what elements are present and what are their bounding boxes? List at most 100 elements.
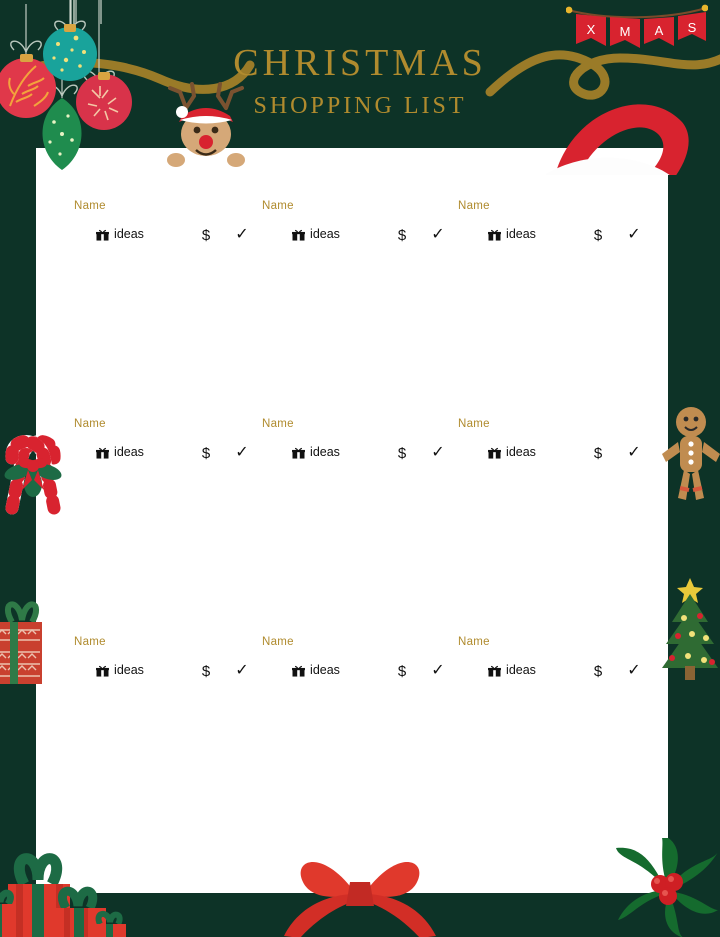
cell-ideas[interactable]: [58, 518, 182, 537]
cell-ideas[interactable]: [450, 263, 574, 282]
cell-check[interactable]: [230, 699, 254, 718]
table-row[interactable]: [58, 792, 646, 811]
cell-price[interactable]: [574, 481, 622, 500]
name-label-9[interactable]: Name: [458, 636, 490, 648]
cell-ideas[interactable]: [450, 463, 574, 482]
cell-check[interactable]: [230, 263, 254, 282]
cell-ideas[interactable]: [450, 537, 574, 556]
cell-check[interactable]: [622, 556, 646, 575]
cell-ideas[interactable]: [254, 319, 378, 338]
cell-check[interactable]: [622, 319, 646, 338]
cell-ideas[interactable]: [58, 736, 182, 755]
cell-ideas[interactable]: [254, 718, 378, 737]
cell-ideas[interactable]: [450, 774, 574, 793]
cell-ideas[interactable]: [450, 699, 574, 718]
cell-price[interactable]: [182, 537, 230, 556]
cell-check[interactable]: [622, 300, 646, 319]
cell-price[interactable]: [378, 537, 426, 556]
cell-ideas[interactable]: [450, 792, 574, 811]
cell-price[interactable]: [574, 518, 622, 537]
cell-ideas[interactable]: [58, 500, 182, 519]
cell-price[interactable]: [378, 300, 426, 319]
cell-check[interactable]: [622, 755, 646, 774]
table-row[interactable]: [58, 518, 646, 537]
cell-ideas[interactable]: [450, 300, 574, 319]
cell-price[interactable]: [574, 319, 622, 338]
cell-ideas[interactable]: [254, 755, 378, 774]
cell-price[interactable]: [182, 300, 230, 319]
cell-ideas[interactable]: [58, 319, 182, 338]
cell-price[interactable]: [574, 338, 622, 357]
cell-check[interactable]: [622, 699, 646, 718]
cell-ideas[interactable]: [450, 681, 574, 700]
cell-check[interactable]: [426, 245, 450, 264]
cell-price[interactable]: [574, 556, 622, 575]
cell-check[interactable]: [622, 481, 646, 500]
cell-check[interactable]: [230, 338, 254, 357]
cell-ideas[interactable]: [450, 481, 574, 500]
cell-price[interactable]: [182, 792, 230, 811]
table-row[interactable]: [58, 681, 646, 700]
cell-price[interactable]: [378, 481, 426, 500]
cell-price[interactable]: [574, 263, 622, 282]
cell-check[interactable]: [426, 282, 450, 301]
cell-ideas[interactable]: [254, 574, 378, 593]
name-label-2[interactable]: Name: [262, 200, 294, 212]
cell-check[interactable]: [426, 338, 450, 357]
cell-price[interactable]: [574, 282, 622, 301]
cell-price[interactable]: [182, 500, 230, 519]
table-row[interactable]: [58, 556, 646, 575]
cell-price[interactable]: [182, 356, 230, 375]
cell-price[interactable]: [378, 792, 426, 811]
cell-price[interactable]: [378, 574, 426, 593]
table-row[interactable]: [58, 774, 646, 793]
cell-ideas[interactable]: [450, 518, 574, 537]
table-row[interactable]: [58, 282, 646, 301]
cell-check[interactable]: [426, 300, 450, 319]
name-label-5[interactable]: Name: [262, 418, 294, 430]
cell-ideas[interactable]: [58, 574, 182, 593]
cell-ideas[interactable]: [58, 681, 182, 700]
cell-ideas[interactable]: [58, 356, 182, 375]
cell-price[interactable]: [182, 681, 230, 700]
cell-check[interactable]: [426, 481, 450, 500]
table-row[interactable]: [58, 537, 646, 556]
cell-ideas[interactable]: [254, 699, 378, 718]
cell-price[interactable]: [378, 245, 426, 264]
cell-price[interactable]: [378, 356, 426, 375]
cell-price[interactable]: [182, 263, 230, 282]
cell-price[interactable]: [182, 699, 230, 718]
cell-ideas[interactable]: [254, 300, 378, 319]
cell-check[interactable]: [426, 556, 450, 575]
cell-check[interactable]: [426, 463, 450, 482]
cell-price[interactable]: [378, 736, 426, 755]
cell-ideas[interactable]: [254, 681, 378, 700]
name-label-1[interactable]: Name: [74, 200, 106, 212]
cell-ideas[interactable]: [450, 755, 574, 774]
cell-ideas[interactable]: [58, 338, 182, 357]
cell-price[interactable]: [378, 755, 426, 774]
table-row[interactable]: [58, 463, 646, 482]
cell-ideas[interactable]: [450, 338, 574, 357]
cell-check[interactable]: [622, 792, 646, 811]
cell-ideas[interactable]: [254, 500, 378, 519]
cell-check[interactable]: [230, 300, 254, 319]
cell-check[interactable]: [426, 699, 450, 718]
cell-ideas[interactable]: [254, 736, 378, 755]
table-row[interactable]: [58, 699, 646, 718]
cell-ideas[interactable]: [254, 537, 378, 556]
cell-price[interactable]: [182, 574, 230, 593]
cell-ideas[interactable]: [254, 263, 378, 282]
cell-check[interactable]: [230, 282, 254, 301]
cell-price[interactable]: [574, 792, 622, 811]
cell-check[interactable]: [426, 574, 450, 593]
cell-price[interactable]: [378, 774, 426, 793]
cell-price[interactable]: [574, 718, 622, 737]
cell-check[interactable]: [622, 356, 646, 375]
cell-check[interactable]: [426, 500, 450, 519]
cell-check[interactable]: [426, 518, 450, 537]
cell-ideas[interactable]: [58, 556, 182, 575]
cell-ideas[interactable]: [58, 463, 182, 482]
cell-ideas[interactable]: [450, 718, 574, 737]
cell-ideas[interactable]: [58, 774, 182, 793]
